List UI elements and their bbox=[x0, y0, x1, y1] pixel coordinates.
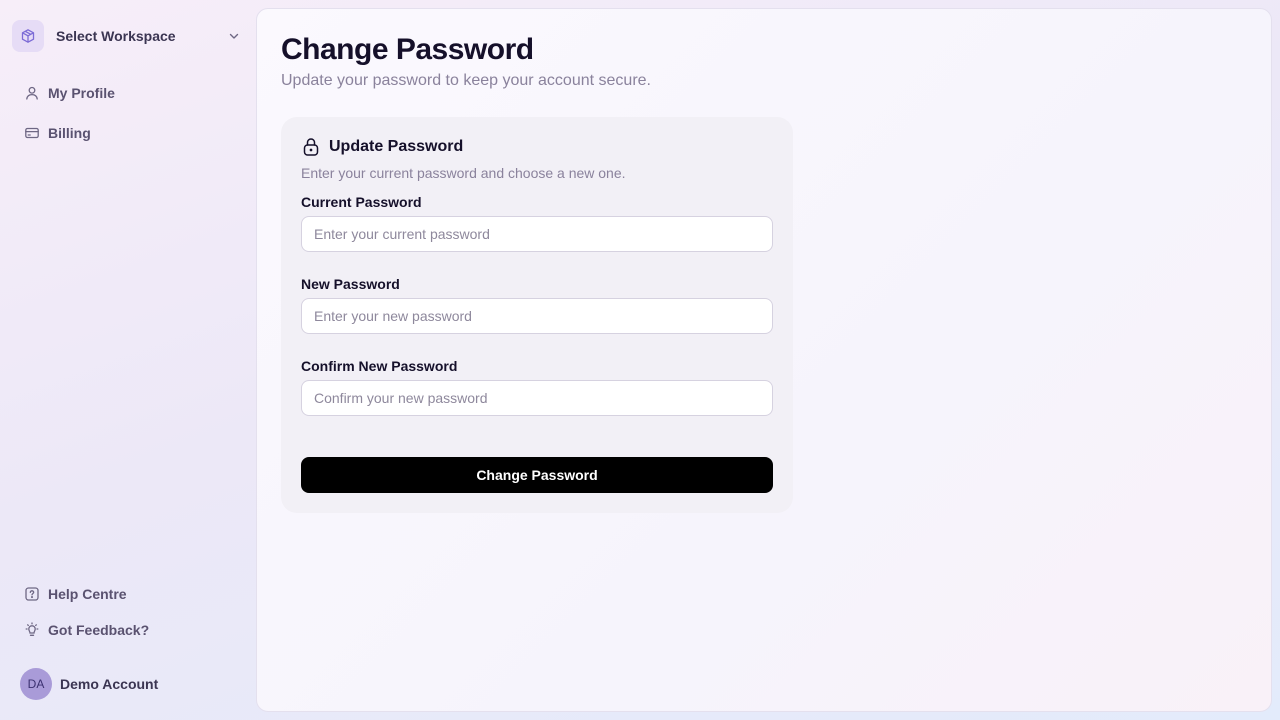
sidebar-item-my-profile[interactable]: My Profile bbox=[16, 77, 240, 109]
card-description: Enter your current password and choose a… bbox=[301, 165, 626, 181]
card-header: Update Password bbox=[301, 137, 463, 157]
current-password-input[interactable] bbox=[301, 216, 773, 252]
update-password-card: Update Password Enter your current passw… bbox=[281, 117, 793, 513]
sidebar-item-label: Billing bbox=[48, 125, 91, 141]
sidebar-item-label: Got Feedback? bbox=[48, 622, 150, 638]
page-title: Change Password bbox=[281, 33, 534, 66]
page-subtitle: Update your password to keep your accoun… bbox=[281, 72, 651, 89]
chevron-down-icon bbox=[226, 28, 242, 44]
help-icon bbox=[24, 586, 40, 602]
card-title: Update Password bbox=[329, 138, 464, 155]
main-panel: Change Password Update your password to … bbox=[256, 8, 1272, 712]
user-icon bbox=[24, 85, 40, 101]
credit-card-icon bbox=[24, 125, 40, 141]
avatar: DA bbox=[20, 668, 52, 700]
sidebar: Select Workspace My Profile Billing Help… bbox=[0, 0, 256, 720]
sidebar-item-label: My Profile bbox=[48, 85, 115, 101]
cube-icon bbox=[12, 20, 44, 52]
sidebar-item-label: Help Centre bbox=[48, 586, 127, 602]
workspace-label: Select Workspace bbox=[56, 28, 176, 44]
lightbulb-icon bbox=[24, 622, 40, 638]
confirm-password-label: Confirm New Password bbox=[301, 358, 458, 374]
confirm-password-input[interactable] bbox=[301, 380, 773, 416]
current-password-label: Current Password bbox=[301, 194, 422, 210]
sidebar-item-feedback[interactable]: Got Feedback? bbox=[16, 614, 240, 646]
new-password-label: New Password bbox=[301, 276, 400, 292]
workspace-selector[interactable]: Select Workspace bbox=[12, 20, 244, 52]
new-password-input[interactable] bbox=[301, 298, 773, 334]
sidebar-item-billing[interactable]: Billing bbox=[16, 117, 240, 149]
lock-icon bbox=[301, 137, 321, 157]
account-name: Demo Account bbox=[60, 676, 159, 692]
change-password-button[interactable]: Change Password bbox=[301, 457, 773, 493]
account-menu[interactable]: DA Demo Account bbox=[20, 668, 158, 700]
sidebar-item-help-centre[interactable]: Help Centre bbox=[16, 578, 240, 610]
